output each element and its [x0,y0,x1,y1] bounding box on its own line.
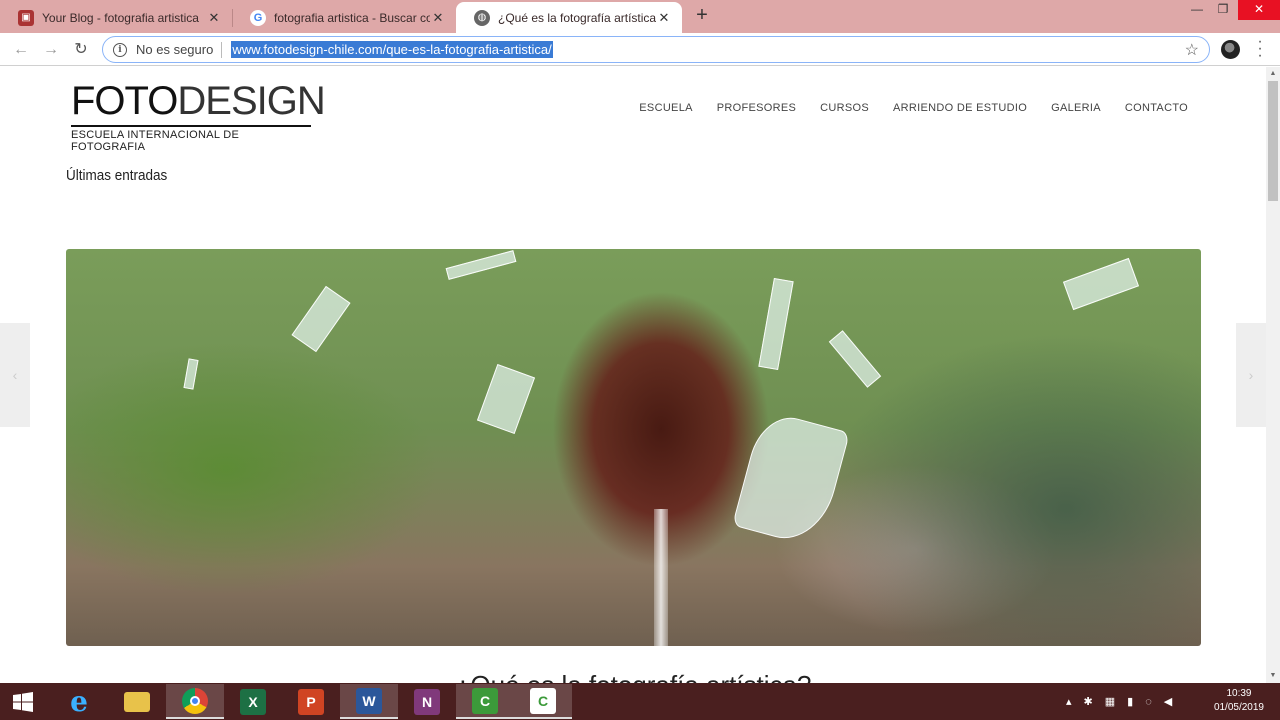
article-title[interactable]: ¿Qué es la fotografía artística? [0,670,1266,683]
bookmark-star-icon[interactable]: ☆ [1185,40,1199,60]
section-title: Últimas entradas [66,167,168,184]
clock-date: 01/05/2019 [1213,702,1264,713]
show-hidden-icons-icon[interactable]: ▴ [1066,695,1072,708]
url-text[interactable]: www.fotodesign-chile.com/que-es-la-fotog… [231,41,553,58]
nav-galeria[interactable]: GALERIA [1051,102,1101,114]
globe-icon: ◍ [474,9,490,26]
forward-button[interactable]: → [40,39,62,61]
powerpoint-button[interactable]: P [282,684,340,719]
glass-shard [758,277,794,371]
glass-shard [445,250,517,280]
close-window-button[interactable]: ✕ [1238,0,1280,20]
google-icon: G [250,9,266,26]
featured-image[interactable] [66,249,1201,646]
page-scrollbar[interactable]: ▲ ▼ [1266,67,1280,683]
camtasia-icon: C [472,687,498,714]
tab-strip: ▣ Your Blog - fotografia artistica ✕ G f… [0,0,1280,33]
browser-toolbar: ← → ↻ i No es seguro www.fotodesign-chil… [0,33,1280,66]
blogger-icon: ▣ [18,9,34,26]
onenote-button[interactable]: N [398,684,456,719]
reload-button[interactable]: ↻ [70,39,92,61]
tab-title: fotografia artistica - Buscar con G [274,10,430,25]
nav-profesores[interactable]: PROFESORES [717,102,796,114]
new-tab-button[interactable]: + [692,5,712,26]
excel-icon: X [240,688,266,715]
word-icon: W [356,687,382,714]
onenote-icon: N [414,688,440,715]
tab-title: Your Blog - fotografia artistica [42,10,199,25]
close-tab-icon[interactable]: ✕ [430,10,446,26]
nav-cursos[interactable]: CURSOS [820,102,869,114]
address-bar[interactable]: i No es seguro www.fotodesign-chile.com/… [102,36,1210,63]
logo-subtitle: ESCUELA INTERNACIONAL DE FOTOGRAFIA [71,125,311,153]
internet-explorer-icon: e [70,685,88,718]
tab-fotodesign[interactable]: ◍ ¿Qué es la fotografía artística? - F ✕ [456,2,682,33]
power-icon[interactable]: ▮ [1127,695,1133,708]
info-icon[interactable]: i [113,42,127,57]
glass-shard [476,363,536,435]
tab-google-search[interactable]: G fotografia artistica - Buscar con G ✕ [232,2,456,33]
system-clock[interactable]: 10:39 01/05/2019 [1214,687,1264,715]
camtasia-recorder-icon: C [530,687,556,714]
file-explorer-button[interactable] [108,684,166,719]
excel-button[interactable]: X [224,684,282,719]
windows-logo-icon [13,691,33,712]
folder-icon [124,691,150,712]
glass-shard [1062,257,1140,311]
word-button[interactable]: W [340,684,398,719]
scroll-up-icon[interactable]: ▲ [1266,67,1280,81]
chrome-button[interactable] [166,684,224,719]
tab-your-blog[interactable]: ▣ Your Blog - fotografia artistica ✕ [0,2,232,33]
start-button[interactable] [0,684,46,719]
volume-icon[interactable]: ◀ [1164,695,1172,708]
browser-menu-icon[interactable]: · · · [1255,34,1265,64]
close-tab-icon[interactable]: ✕ [656,10,672,26]
omnibox-separator [221,41,223,58]
scroll-thumb[interactable] [1268,81,1278,201]
profile-avatar[interactable] [1221,40,1240,59]
nav-contacto[interactable]: CONTACTO [1125,102,1188,114]
close-tab-icon[interactable]: ✕ [206,10,222,26]
web-page: FOTODESIGN ESCUELA INTERNACIONAL DE FOTO… [0,67,1266,683]
maximize-button[interactable]: ❐ [1206,0,1240,20]
camtasia-recorder-button[interactable]: C [514,684,572,719]
glass-shard [828,330,882,388]
back-button[interactable]: ← [10,39,32,61]
internet-explorer-button[interactable]: e [50,684,108,719]
security-label[interactable]: No es seguro [136,42,213,57]
nav-arriendo-de-estudio[interactable]: ARRIENDO DE ESTUDIO [893,102,1027,114]
clock-time: 10:39 [1226,688,1252,699]
network-icon[interactable]: ▦ [1105,695,1115,708]
camtasia-button[interactable]: C [456,684,514,719]
chrome-icon [182,687,208,714]
tab-title: ¿Qué es la fotografía artística? - F [498,10,656,25]
glass-shard [183,358,199,390]
main-nav: ESCUELA PROFESORES CURSOS ARRIENDO DE ES… [639,102,1188,114]
logo-wordmark: FOTODESIGN [71,79,326,123]
slider-prev-button[interactable]: ‹ [0,323,30,427]
chrome-center [190,695,200,706]
glass-shard [732,409,850,549]
glass-shard [291,285,351,353]
bluetooth-icon[interactable]: ✱ [1084,695,1093,708]
slider-next-button[interactable]: › [1236,323,1266,427]
site-logo[interactable]: FOTODESIGN ESCUELA INTERNACIONAL DE FOTO… [71,79,326,153]
windows-taskbar: e X P W N C C ▴ ✱ ▦ ▮ ◌ ◀ 10:39 01/05/20… [0,683,1280,720]
glass-stem [654,509,668,646]
system-tray: ▴ ✱ ▦ ▮ ◌ ◀ [1066,683,1172,720]
scroll-down-icon[interactable]: ▼ [1266,669,1280,683]
powerpoint-icon: P [298,688,324,715]
wifi-icon[interactable]: ◌ [1145,696,1152,708]
nav-escuela[interactable]: ESCUELA [639,102,692,114]
